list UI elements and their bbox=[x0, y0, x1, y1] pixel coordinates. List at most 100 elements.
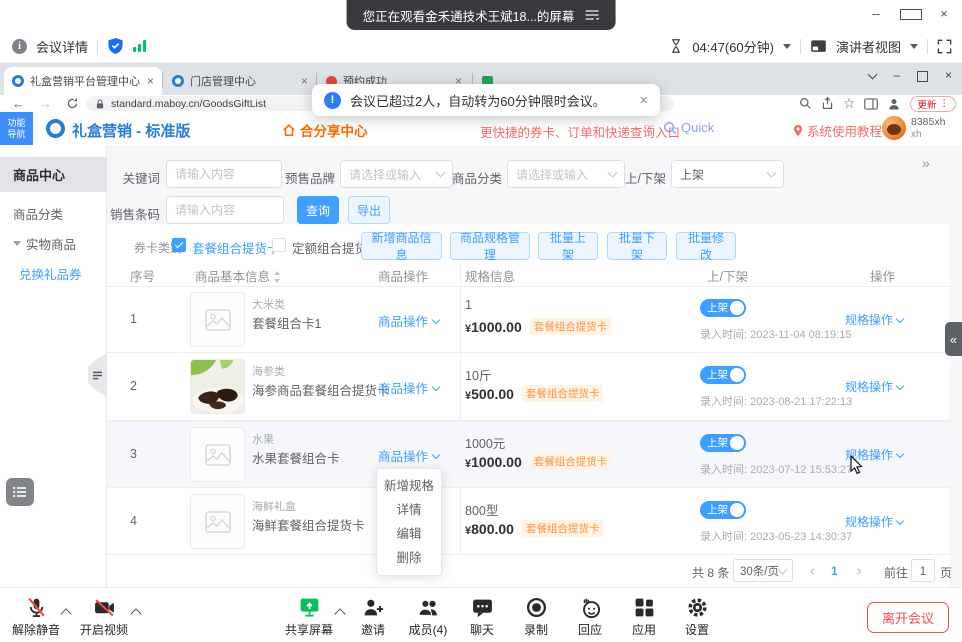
search-button[interactable]: 查询 bbox=[297, 196, 339, 224]
product-photo[interactable] bbox=[190, 359, 245, 414]
shelf-toggle[interactable]: 上架 bbox=[700, 299, 746, 317]
leave-meeting-button[interactable]: 离开会议 bbox=[867, 602, 949, 633]
product-action-menu: 新增规格 详情 编辑 删除 bbox=[376, 468, 442, 576]
batch-edit-button[interactable]: 批量修改 bbox=[676, 232, 736, 260]
menu-item-detail[interactable]: 详情 bbox=[377, 498, 441, 522]
product-image-placeholder[interactable] bbox=[190, 292, 245, 347]
sidebar: 商品中心 商品分类 实物商品 兑换礼品券 bbox=[0, 145, 107, 587]
product-image-placeholder[interactable] bbox=[190, 427, 245, 482]
col-product-info[interactable]: 商品基本信息 bbox=[195, 266, 281, 285]
view-mode-label[interactable]: 演讲者视图 bbox=[836, 37, 901, 56]
zoom-icon[interactable] bbox=[799, 97, 812, 110]
start-video-button[interactable]: 开启视频 bbox=[72, 596, 136, 638]
expand-triangle-icon bbox=[13, 241, 21, 246]
browser-tab-2[interactable]: 门店管理中心 × bbox=[164, 67, 316, 95]
spec-value: 10斤 bbox=[465, 365, 491, 384]
double-left-icon: « bbox=[950, 332, 957, 347]
product-category: 海鲜礼盒 bbox=[252, 498, 296, 514]
product-action-dropdown[interactable]: 商品操作 bbox=[378, 378, 439, 397]
forward-icon[interactable]: → bbox=[39, 96, 52, 111]
security-shield-icon[interactable] bbox=[107, 37, 124, 55]
profile-icon[interactable] bbox=[887, 97, 901, 111]
menu-item-edit[interactable]: 编辑 bbox=[377, 522, 441, 546]
category-select[interactable]: 请选择或输入 bbox=[507, 160, 625, 188]
tutorial-link[interactable]: 系统使用教程 bbox=[793, 121, 882, 140]
reaction-smiley-icon bbox=[579, 596, 602, 619]
spec-action-dropdown[interactable]: 规格操作 bbox=[845, 513, 903, 530]
floating-list-button[interactable] bbox=[6, 478, 34, 506]
quick-search-link[interactable]: Quick bbox=[663, 120, 714, 135]
spec-action-dropdown[interactable]: 规格操作 bbox=[845, 378, 903, 395]
banner-menu-icon[interactable] bbox=[584, 9, 599, 21]
fullscreen-icon[interactable] bbox=[937, 39, 952, 54]
meeting-bottombar: 解除静音 开启视频 共享屏幕 bbox=[0, 587, 962, 642]
browser-close-icon[interactable]: × bbox=[945, 68, 952, 82]
add-product-button[interactable]: 新增商品信息 bbox=[361, 232, 442, 260]
user-avatar[interactable] bbox=[882, 116, 906, 140]
maximize-icon[interactable] bbox=[900, 6, 920, 23]
function-nav-button[interactable]: 功能 导航 bbox=[0, 112, 33, 145]
sidebar-header[interactable]: 商品中心 bbox=[0, 157, 106, 192]
product-action-dropdown[interactable]: 商品操作 bbox=[378, 311, 439, 330]
share-center-link[interactable]: 合分享中心 bbox=[282, 120, 368, 140]
next-page-icon[interactable]: › bbox=[857, 563, 861, 578]
checkbox-package-card-label[interactable]: 套餐组合提货卡 bbox=[192, 238, 280, 257]
goto-page-input[interactable] bbox=[911, 559, 935, 582]
current-page[interactable]: 1 bbox=[831, 564, 838, 578]
tab-close-icon[interactable]: × bbox=[301, 74, 308, 88]
card-type-tag: 套餐组合提货卡 bbox=[530, 318, 612, 335]
spec-action-dropdown[interactable]: 规格操作 bbox=[845, 311, 903, 328]
sidebar-collapse-handle[interactable] bbox=[88, 353, 107, 397]
view-chevron-down-icon[interactable] bbox=[910, 44, 918, 49]
menu-item-add-spec[interactable]: 新增规格 bbox=[377, 474, 441, 498]
timer-chevron-down-icon[interactable] bbox=[783, 44, 791, 49]
browser-tab-1[interactable]: 礼盒营销平台管理中心 × bbox=[4, 67, 162, 95]
minimize-icon[interactable]: – bbox=[866, 6, 886, 23]
barcode-input[interactable] bbox=[166, 196, 284, 224]
brand-select[interactable]: 请选择或输入 bbox=[340, 160, 453, 188]
bookmark-star-icon[interactable]: ☆ bbox=[843, 95, 856, 112]
menu-item-delete[interactable]: 删除 bbox=[377, 546, 441, 570]
spec-manage-button[interactable]: 商品规格管理 bbox=[450, 232, 530, 260]
shelf-toggle[interactable]: 上架 bbox=[700, 501, 746, 519]
tab-close-icon[interactable]: × bbox=[147, 74, 154, 88]
tab-search-chevron-icon[interactable] bbox=[868, 69, 878, 79]
product-image-placeholder[interactable] bbox=[190, 494, 245, 549]
home-icon bbox=[282, 123, 296, 137]
keyword-input[interactable] bbox=[166, 160, 282, 188]
sidebar-item-physical-goods[interactable]: 实物商品 bbox=[0, 228, 106, 258]
collapse-panel-icon[interactable]: » bbox=[922, 155, 929, 171]
sidebar-item-category[interactable]: 商品分类 bbox=[0, 198, 106, 228]
share-icon[interactable] bbox=[821, 97, 834, 110]
close-icon[interactable]: × bbox=[934, 6, 954, 23]
back-icon[interactable]: ← bbox=[12, 96, 25, 111]
page-size-select[interactable]: 30条/页 bbox=[733, 559, 793, 582]
expand-panel-handle[interactable]: « bbox=[945, 322, 962, 356]
toast-close-icon[interactable]: × bbox=[639, 92, 648, 109]
settings-button[interactable]: 设置 bbox=[665, 596, 729, 638]
unmute-button[interactable]: 解除静音 bbox=[4, 596, 68, 638]
keyword-label: 关键词 bbox=[108, 168, 160, 187]
reload-icon[interactable] bbox=[66, 97, 79, 110]
export-button[interactable]: 导出 bbox=[348, 196, 390, 224]
browser-maximize-icon[interactable] bbox=[917, 71, 928, 82]
meeting-window-controls: – × bbox=[866, 6, 954, 23]
prev-page-icon[interactable]: ‹ bbox=[810, 563, 814, 578]
checkbox-fixed-card[interactable] bbox=[272, 238, 286, 252]
shelf-select[interactable]: 上架 bbox=[671, 160, 784, 188]
shelf-toggle[interactable]: 上架 bbox=[700, 366, 746, 384]
browser-minimize-icon[interactable]: – bbox=[893, 68, 900, 82]
batch-on-shelf-button[interactable]: 批量上架 bbox=[538, 232, 598, 260]
row-index: 4 bbox=[130, 514, 137, 528]
side-panel-icon[interactable] bbox=[864, 98, 878, 110]
sort-icon[interactable] bbox=[273, 271, 281, 283]
shelf-toggle[interactable]: 上架 bbox=[700, 434, 746, 452]
product-action-dropdown[interactable]: 商品操作 bbox=[378, 446, 439, 465]
network-signal-icon[interactable] bbox=[133, 40, 146, 52]
meeting-detail-link[interactable]: 会议详情 bbox=[36, 37, 88, 56]
share-screen-button[interactable]: 共享屏幕 bbox=[277, 596, 341, 638]
batch-off-shelf-button[interactable]: 批量下架 bbox=[607, 232, 667, 260]
chrome-update-button[interactable]: 更新 ⋮ bbox=[910, 96, 956, 112]
checkbox-package-card[interactable] bbox=[172, 238, 186, 252]
sidebar-item-gift-voucher[interactable]: 兑换礼品券 bbox=[0, 258, 106, 288]
